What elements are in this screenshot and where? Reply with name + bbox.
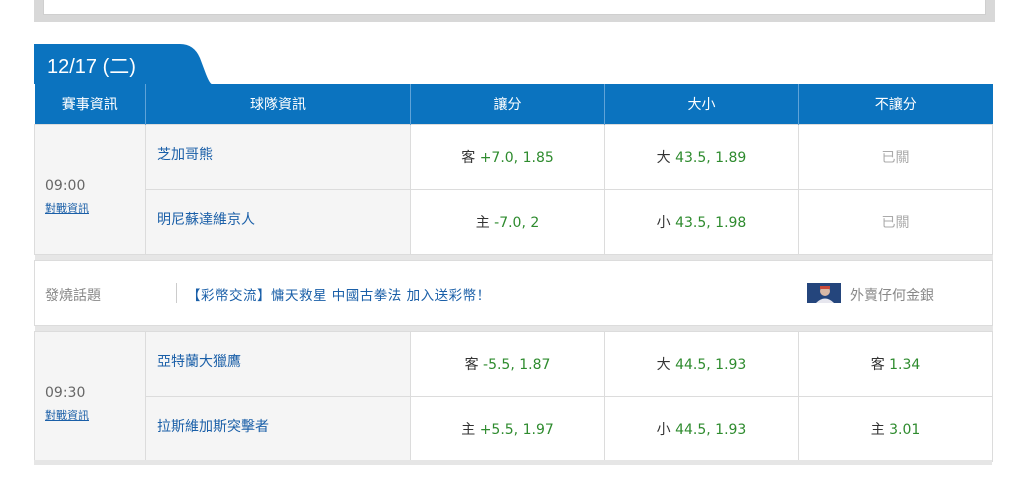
date-tab[interactable]: 12/17 (二) (34, 44, 212, 84)
moneyline-cell: 已關 (798, 189, 993, 255)
team-name[interactable]: 拉斯維加斯突擊者 (145, 396, 411, 462)
total-odds-cell[interactable]: 小 43.5, 1.98 (604, 189, 799, 255)
total-odds: 1.93 (715, 422, 747, 438)
games-table: 賽事資訊 球隊資訊 讓分 大小 不讓分 09:00 對戰資訊 芝加哥熊 客 +7… (34, 84, 993, 462)
team-name[interactable]: 芝加哥熊 (145, 124, 411, 190)
spread-odds-cell[interactable]: 主 +5.5, 1.97 (410, 396, 605, 462)
total-side: 小 (656, 422, 671, 438)
header-total: 大小 (604, 84, 799, 125)
total-odds: 1.93 (715, 357, 747, 373)
team-name[interactable]: 明尼蘇達維京人 (145, 189, 411, 255)
user-name[interactable]: 外賣仔何金銀 (850, 285, 934, 305)
total-side: 小 (656, 215, 671, 231)
header-game-info: 賽事資訊 (34, 84, 146, 125)
matchup-info-link[interactable]: 對戰資訊 (45, 200, 89, 216)
total-line: 43.5, (675, 150, 711, 166)
table-header-row: 賽事資訊 球隊資訊 讓分 大小 不讓分 (34, 84, 993, 125)
total-line: 44.5, (675, 357, 711, 373)
moneyline-cell[interactable]: 主 3.01 (798, 396, 993, 462)
spread-side: 客 (464, 357, 479, 373)
team-name-text: 亞特蘭大獵鷹 (157, 354, 241, 370)
total-line: 44.5, (675, 422, 711, 438)
spread-odds: 1.97 (522, 422, 554, 438)
table-row: 09:30 對戰資訊 亞特蘭大獵鷹 客 -5.5, 1.87 大 44.5, 1… (34, 331, 993, 462)
total-odds-cell[interactable]: 大 43.5, 1.89 (604, 124, 799, 190)
game-info-cell: 09:30 對戰資訊 (34, 331, 146, 462)
total-side: 大 (656, 150, 671, 166)
total-side: 大 (656, 357, 671, 373)
total-odds-cell[interactable]: 大 44.5, 1.93 (604, 331, 799, 397)
previous-panel-inner (43, 0, 986, 15)
table-row: 明尼蘇達維京人 主 -7.0, 2 小 43.5, 1.98 已關 (35, 189, 993, 255)
header-team-info: 球隊資訊 (145, 84, 411, 125)
moneyline-side: 主 (870, 422, 885, 438)
moneyline-odds: 3.01 (889, 422, 921, 438)
moneyline-cell: 已關 (798, 124, 993, 190)
date-tab-label: 12/17 (二) (47, 56, 136, 78)
team-name-text: 芝加哥熊 (157, 147, 213, 163)
total-odds-cell[interactable]: 小 44.5, 1.93 (604, 396, 799, 462)
total-odds: 1.89 (715, 150, 747, 166)
previous-panel (34, 0, 995, 22)
spread-odds: 1.85 (522, 150, 554, 166)
total-odds: 1.98 (715, 215, 747, 231)
table-row: 拉斯維加斯突擊者 主 +5.5, 1.97 小 44.5, 1.93 主 3.0… (35, 396, 993, 462)
matchup-info-link[interactable]: 對戰資訊 (45, 407, 89, 423)
hot-topic-row: 發燒話題 【彩幣交流】慵天救星 中國古拳法 加入送彩幣！ 外賣仔何金銀 (34, 260, 993, 326)
spread-side: 主 (461, 422, 476, 438)
spread-line: +5.5, (479, 422, 519, 438)
team-name-text: 拉斯維加斯突擊者 (157, 419, 269, 435)
team-name-text: 明尼蘇達維京人 (157, 212, 255, 228)
hot-topic-link[interactable]: 【彩幣交流】慵天救星 中國古拳法 加入送彩幣！ (187, 284, 491, 304)
spread-side: 客 (461, 150, 476, 166)
hot-topic-label: 發燒話題 (45, 288, 101, 304)
table-bottom-bar (34, 460, 992, 465)
user-avatar[interactable] (807, 283, 841, 303)
spread-odds-cell[interactable]: 客 -5.5, 1.87 (410, 331, 605, 397)
hot-topic-cell: 發燒話題 【彩幣交流】慵天救星 中國古拳法 加入送彩幣！ 外賣仔何金銀 (34, 260, 993, 326)
spread-line: -5.5, (483, 357, 515, 373)
spread-side: 主 (475, 215, 490, 231)
header-spread: 讓分 (410, 84, 605, 125)
table-row: 09:00 對戰資訊 芝加哥熊 客 +7.0, 1.85 大 43.5, 1.8… (34, 124, 993, 255)
avatar-image (807, 283, 841, 303)
moneyline-closed: 已關 (881, 150, 910, 166)
moneyline-closed: 已關 (881, 215, 910, 231)
moneyline-cell[interactable]: 客 1.34 (798, 331, 993, 397)
header-moneyline: 不讓分 (798, 84, 993, 125)
spread-odds: 2 (530, 215, 540, 231)
total-line: 43.5, (675, 215, 711, 231)
spread-line: -7.0, (494, 215, 526, 231)
hot-topic-divider (176, 283, 177, 303)
team-name[interactable]: 亞特蘭大獵鷹 (145, 331, 411, 397)
game-time: 09:30 (45, 384, 86, 401)
spread-odds: 1.87 (519, 357, 551, 373)
spread-odds-cell[interactable]: 客 +7.0, 1.85 (410, 124, 605, 190)
game-time: 09:00 (45, 177, 86, 194)
spread-odds-cell[interactable]: 主 -7.0, 2 (410, 189, 605, 255)
game-info-cell: 09:00 對戰資訊 (34, 124, 146, 255)
moneyline-odds: 1.34 (889, 357, 921, 373)
spread-line: +7.0, (479, 150, 519, 166)
moneyline-side: 客 (870, 357, 885, 373)
